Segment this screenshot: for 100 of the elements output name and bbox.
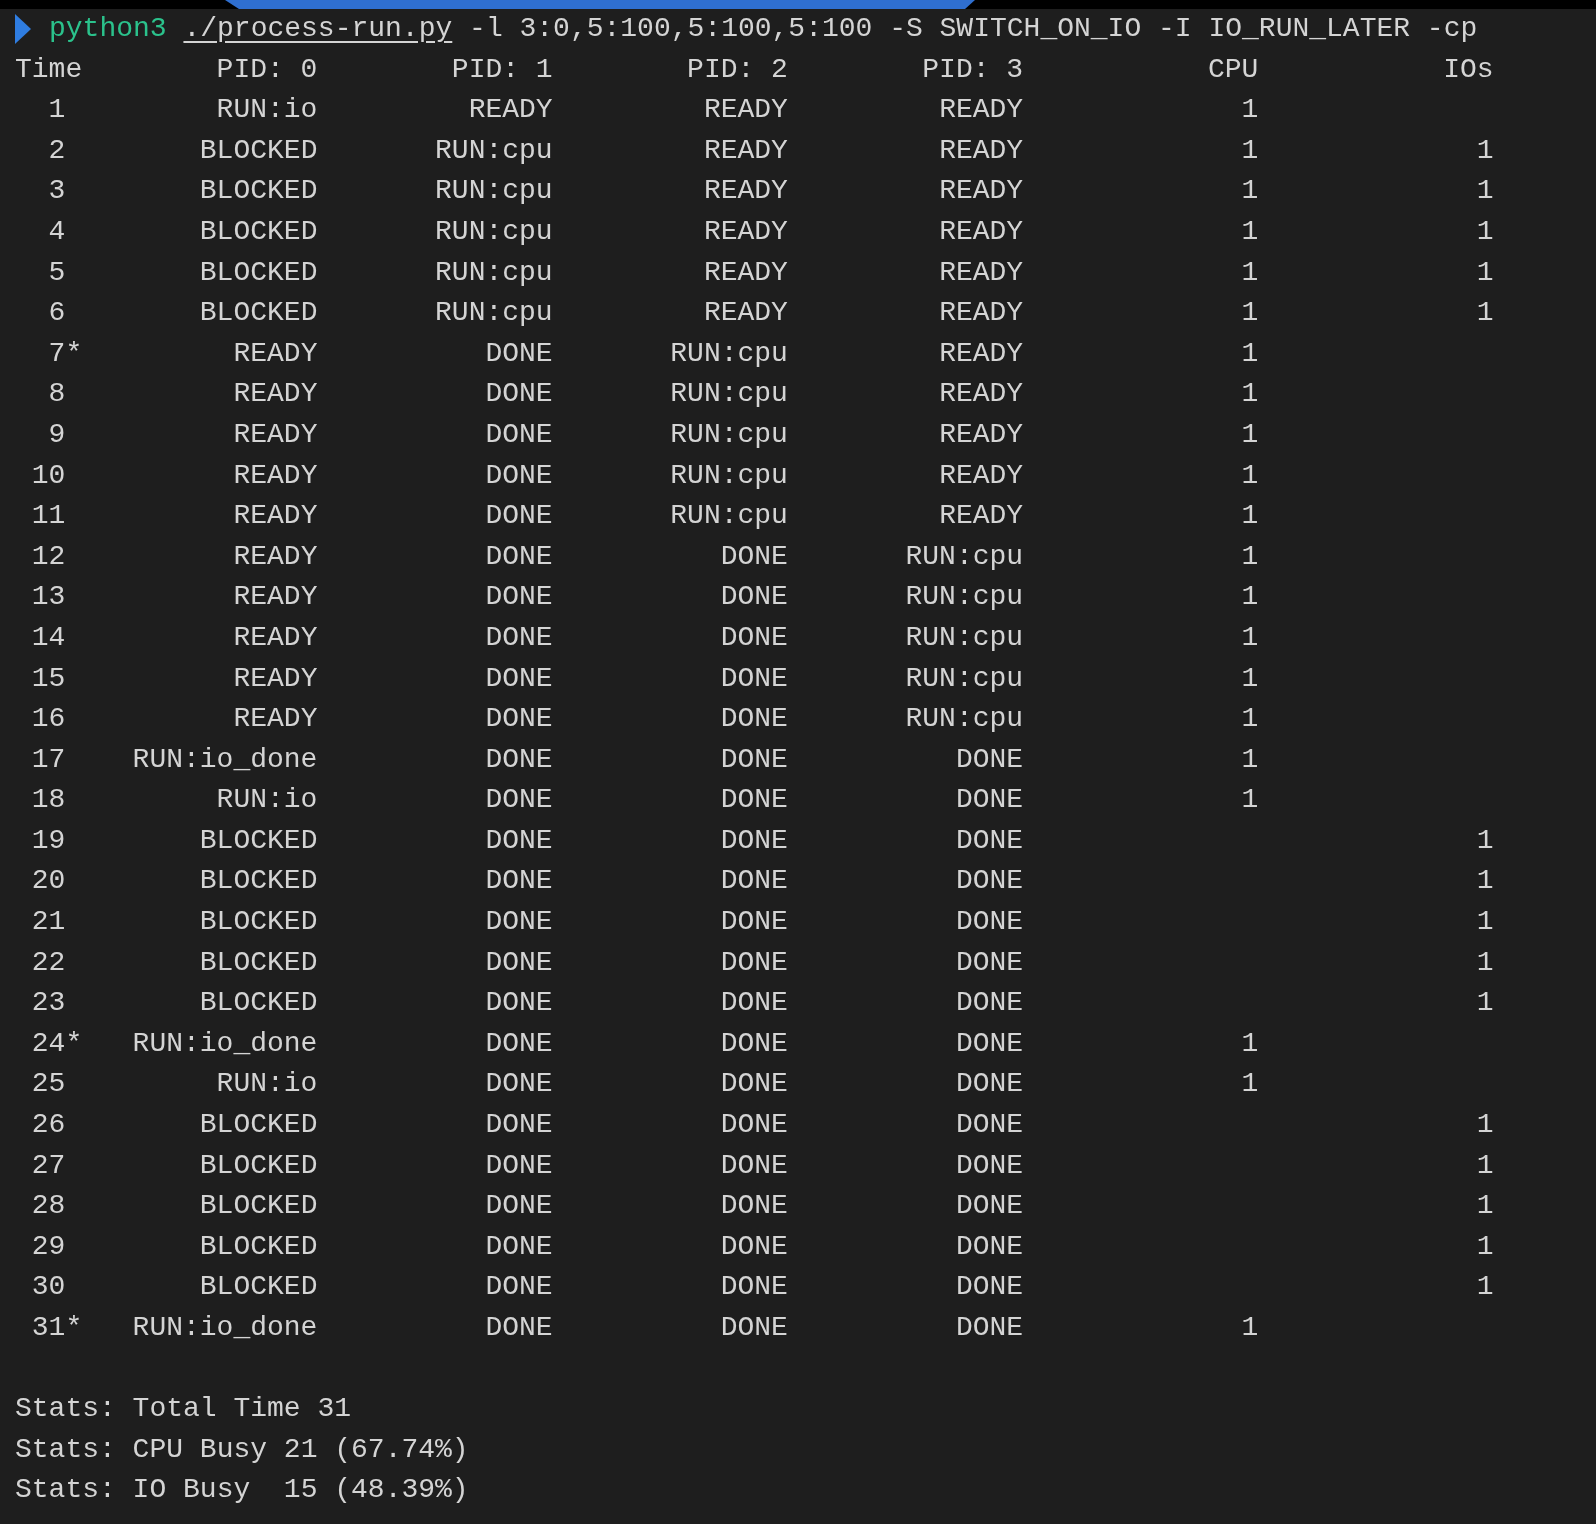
table-cell-text: READY bbox=[938, 296, 1024, 331]
time-cell-text: 3 bbox=[47, 174, 67, 209]
table-cell-text: 1 bbox=[1475, 823, 1494, 858]
table-cell-text: BLOCKED bbox=[198, 214, 318, 249]
table-cell-text: READY bbox=[232, 417, 318, 452]
table-cell-text: DONE bbox=[719, 783, 788, 818]
table-cell-text: DONE bbox=[484, 1026, 553, 1061]
table-cell-text: READY bbox=[232, 458, 318, 493]
time-cell-text: 30 bbox=[30, 1270, 67, 1305]
column-header: CPU bbox=[1206, 52, 1259, 87]
table-cell-text: DONE bbox=[954, 986, 1024, 1021]
table-cell-text: 1 bbox=[1240, 133, 1259, 168]
table-cell-text: 1 bbox=[1240, 1311, 1259, 1345]
table-cell-text: 1 bbox=[1240, 742, 1259, 777]
table-cell-text: RUN:cpu bbox=[434, 174, 553, 209]
table-cell-text: READY bbox=[938, 458, 1024, 493]
time-cell-text: 22 bbox=[30, 945, 67, 980]
time-cell-text: 26 bbox=[30, 1108, 67, 1143]
table-cell-text: BLOCKED bbox=[198, 1189, 318, 1224]
table-cell-text: DONE bbox=[484, 377, 553, 412]
table-cell-text: BLOCKED bbox=[198, 133, 318, 168]
script-path[interactable]: ./process-run.py bbox=[183, 9, 453, 50]
time-cell-text: 16 bbox=[30, 702, 67, 737]
table-cell-text: READY bbox=[938, 174, 1024, 209]
time-cell-text: 27 bbox=[30, 1148, 67, 1183]
table-cell-text: READY bbox=[232, 620, 318, 655]
table-cell-text: 1 bbox=[1240, 214, 1259, 249]
table-cell-text: DONE bbox=[484, 1311, 553, 1345]
table-cell-text: 1 bbox=[1240, 783, 1259, 818]
time-cell-text: 25 bbox=[30, 1067, 67, 1102]
table-cell-text: RUN:cpu bbox=[669, 336, 788, 371]
table-cell-text: BLOCKED bbox=[198, 1229, 318, 1264]
table-cell-text: 1 bbox=[1240, 377, 1259, 412]
command-arguments: -l 3:0,5:100,5:100,5:100 -S SWITCH_ON_IO -I IO_RUN_LATER -cp bbox=[469, 12, 1478, 46]
table-cell-text: 1 bbox=[1475, 1189, 1494, 1224]
table-cell-text: BLOCKED bbox=[198, 174, 318, 209]
table-cell-text: DONE bbox=[484, 499, 553, 534]
table-cell-text: DONE bbox=[954, 1108, 1024, 1143]
table-cell-text: DONE bbox=[484, 1148, 553, 1183]
table-cell-text: 1 bbox=[1475, 214, 1494, 249]
table-cell-text: DONE bbox=[719, 661, 788, 696]
stats-line: Stats: IO Busy 15 (48.39%) bbox=[15, 1473, 470, 1508]
table-cell-text: DONE bbox=[484, 823, 553, 858]
table-cell-text: BLOCKED bbox=[198, 945, 318, 980]
table-cell-text: READY bbox=[938, 417, 1024, 452]
time-cell-text: 4 bbox=[47, 214, 67, 249]
table-cell-text: 1 bbox=[1475, 296, 1494, 331]
stats-line: Stats: Total Time 31 bbox=[15, 1392, 353, 1427]
table-cell-text: DONE bbox=[954, 742, 1024, 777]
table-cell-text: READY bbox=[702, 255, 788, 290]
column-header: IOs bbox=[1442, 52, 1494, 87]
table-cell-text: 1 bbox=[1240, 93, 1259, 128]
table-cell-text: BLOCKED bbox=[198, 986, 318, 1021]
time-cell-text: 20 bbox=[30, 864, 67, 899]
table-cell-text: DONE bbox=[484, 539, 553, 574]
table-cell-text: DONE bbox=[719, 1148, 788, 1183]
table-cell-text: READY bbox=[232, 661, 318, 696]
column-header: PID: 2 bbox=[686, 52, 788, 87]
table-cell-text: 1 bbox=[1475, 174, 1494, 209]
time-cell-text: 19 bbox=[30, 823, 67, 858]
table-cell-text: DONE bbox=[719, 864, 788, 899]
table-cell-text: 1 bbox=[1240, 336, 1259, 371]
table-cell-text: RUN:cpu bbox=[669, 499, 788, 534]
table-cell-text: RUN:cpu bbox=[434, 255, 553, 290]
table-cell-text: 1 bbox=[1240, 1067, 1259, 1102]
table-cell-text: RUN:cpu bbox=[434, 214, 553, 249]
stats-line: Stats: CPU Busy 21 (67.74%) bbox=[15, 1432, 470, 1467]
table-cell-text: 1 bbox=[1240, 620, 1259, 655]
table-cell-text: RUN:cpu bbox=[434, 296, 553, 331]
command-name: python3 bbox=[49, 12, 167, 46]
table-cell-text: READY bbox=[232, 580, 318, 615]
table-cell-text: 1 bbox=[1240, 417, 1259, 452]
table-cell-text: 1 bbox=[1240, 661, 1259, 696]
table-cell-text: 1 bbox=[1240, 499, 1259, 534]
table-cell-text: 1 bbox=[1240, 702, 1259, 737]
time-cell-text: 12 bbox=[30, 539, 67, 574]
table-cell-text: DONE bbox=[484, 905, 553, 940]
table-cell-text: READY bbox=[938, 255, 1024, 290]
time-cell-text: 14 bbox=[30, 620, 67, 655]
table-cell-text: DONE bbox=[719, 945, 788, 980]
table-cell-text: 1 bbox=[1475, 986, 1494, 1021]
table-cell-text: 1 bbox=[1240, 539, 1259, 574]
table-cell-text: DONE bbox=[484, 336, 553, 371]
table-cell-text: BLOCKED bbox=[198, 823, 318, 858]
table-cell-text: DONE bbox=[954, 1189, 1024, 1224]
table-cell-text: READY bbox=[702, 296, 788, 331]
table-cell-text: READY bbox=[938, 133, 1024, 168]
table-cell-text: RUN:io_done bbox=[131, 1026, 318, 1061]
time-cell-text: 17 bbox=[30, 742, 67, 777]
table-cell-text: RUN:cpu bbox=[904, 661, 1024, 696]
prompt-arrow-icon bbox=[15, 14, 31, 45]
table-cell-text: DONE bbox=[484, 742, 553, 777]
table-cell-text: READY bbox=[702, 133, 788, 168]
table-cell-text: 1 bbox=[1475, 1108, 1494, 1143]
table-cell-text: DONE bbox=[719, 1067, 788, 1102]
table-cell-text: 1 bbox=[1240, 255, 1259, 290]
time-cell-text: 21 bbox=[30, 905, 67, 940]
table-cell-text: 1 bbox=[1240, 458, 1259, 493]
table-cell-text: READY bbox=[232, 377, 318, 412]
table-cell-text: DONE bbox=[719, 1026, 788, 1061]
